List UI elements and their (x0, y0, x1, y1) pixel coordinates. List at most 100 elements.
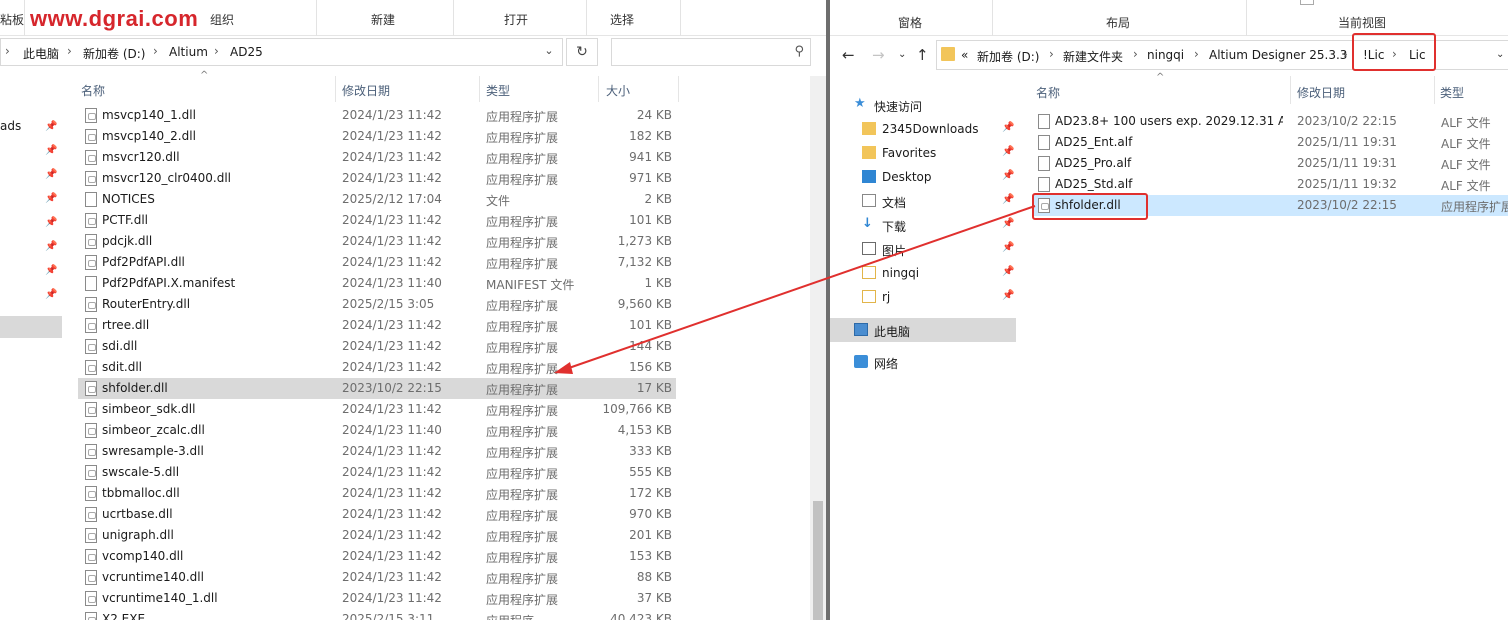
nav-item-ningqi[interactable]: ningqi 📌 (830, 261, 1016, 285)
breadcrumb-new-folder[interactable]: 新建文件夹 (1063, 48, 1123, 65)
up-arrow-icon[interactable]: ↑ (916, 46, 929, 64)
nav-item-network[interactable]: 网络 (830, 350, 1016, 374)
table-row[interactable]: sdit.dll 2024/1/23 11:42 应用程序扩展 156 KB (78, 357, 676, 378)
column-header-type[interactable]: 类型 (486, 82, 510, 99)
chevron-down-icon[interactable]: ⌄ (1496, 49, 1504, 60)
nav-item-favorites[interactable]: Favorites 📌 (830, 141, 1016, 165)
view-option-icon[interactable] (1300, 0, 1314, 5)
column-divider[interactable] (1434, 76, 1435, 104)
breadcrumb-drive-d[interactable]: 新加卷 (D:) (977, 48, 1039, 65)
pin-icon[interactable]: 📌 (1002, 218, 1014, 229)
table-row[interactable]: msvcp140_1.dll 2024/1/23 11:42 应用程序扩展 24 KB (78, 105, 676, 126)
table-row[interactable]: AD25_Std.alf 2025/1/11 19:32 ALF 文件 (1032, 174, 1508, 195)
table-row[interactable]: pdcjk.dll 2024/1/23 11:42 应用程序扩展 1,273 KB (78, 231, 676, 252)
pin-icon[interactable]: 📌 (45, 265, 57, 276)
ribbon-group-open[interactable]: 打开 (504, 0, 528, 36)
table-row[interactable]: simbeor_zcalc.dll 2024/1/23 11:40 应用程序扩展 4,… (78, 420, 676, 441)
search-input[interactable]: ⚲ (611, 38, 811, 66)
ribbon-group-organize[interactable]: 组织 (210, 0, 234, 36)
table-row[interactable]: swresample-3.dll 2024/1/23 11:42 应用程序扩展 333… (78, 441, 676, 462)
table-row[interactable]: AD23.8+ 100 users exp. 2029.12.31 A... 20… (1032, 111, 1508, 132)
table-row[interactable]: rtree.dll 2024/1/23 11:42 应用程序扩展 101 KB (78, 315, 676, 336)
forward-arrow-icon[interactable]: → (872, 46, 885, 64)
table-row[interactable]: msvcp140_2.dll 2024/1/23 11:42 应用程序扩展 182 K… (78, 126, 676, 147)
column-header-name[interactable]: 名称 (1036, 84, 1060, 101)
pin-icon[interactable]: 📌 (1002, 146, 1014, 157)
column-divider[interactable] (335, 76, 336, 102)
scrollbar-thumb[interactable] (813, 501, 823, 620)
table-row[interactable]: RouterEntry.dll 2025/2/15 3:05 应用程序扩展 9,560… (78, 294, 676, 315)
table-row[interactable]: vcomp140.dll 2024/1/23 11:42 应用程序扩展 153 KB (78, 546, 676, 567)
column-divider[interactable] (678, 76, 679, 102)
table-row[interactable]: Pdf2PdfAPI.X.manifest 2024/1/23 11:40 MANI… (78, 273, 676, 294)
pin-icon[interactable]: 📌 (1002, 194, 1014, 205)
nav-item-rj[interactable]: rj 📌 (830, 285, 1016, 309)
pin-icon[interactable]: 📌 (1002, 170, 1014, 181)
column-divider[interactable] (598, 76, 599, 102)
table-row[interactable]: X2.EXE 2025/2/15 3:11 应用程序 40,423 KB (78, 609, 676, 620)
table-row[interactable]: sdi.dll 2024/1/23 11:42 应用程序扩展 144 KB (78, 336, 676, 357)
column-header-type[interactable]: 类型 (1440, 84, 1464, 101)
breadcrumb-altium[interactable]: Altium (169, 45, 208, 59)
column-header-size[interactable]: 大小 (606, 82, 630, 99)
column-header-name[interactable]: 名称 (81, 82, 105, 99)
left-address-bar[interactable]: › 此电脑 › 新加卷 (D:) › Altium › AD25 ⌄ (0, 38, 563, 66)
recent-locations-chevron-icon[interactable]: ⌄ (898, 49, 906, 60)
column-header-date[interactable]: 修改日期 (342, 82, 390, 99)
nav-item-documents[interactable]: 文档 📌 (830, 189, 1016, 213)
breadcrumb-ningqi[interactable]: ningqi (1147, 48, 1184, 62)
pin-icon[interactable]: 📌 (1002, 290, 1014, 301)
nav-item-this-pc[interactable]: 此电脑 (830, 318, 1016, 342)
pin-icon[interactable]: 📌 (1002, 122, 1014, 133)
column-divider[interactable] (479, 76, 480, 102)
table-row[interactable]: msvcr120.dll 2024/1/23 11:42 应用程序扩展 941 KB (78, 147, 676, 168)
chevron-down-icon[interactable]: ⌄ (541, 44, 557, 60)
table-row[interactable]: tbbmalloc.dll 2024/1/23 11:42 应用程序扩展 172 KB (78, 483, 676, 504)
pin-icon[interactable]: 📌 (45, 121, 57, 132)
table-row[interactable]: vcruntime140.dll 2024/1/23 11:42 应用程序扩展 88 … (78, 567, 676, 588)
ribbon-group-pane[interactable]: 窗格 (898, 14, 922, 31)
table-row[interactable]: PCTF.dll 2024/1/23 11:42 应用程序扩展 101 KB (78, 210, 676, 231)
nav-item-downloads[interactable]: ↓ 下载 📌 (830, 213, 1016, 237)
table-row[interactable]: vcruntime140_1.dll 2024/1/23 11:42 应用程序扩展 3… (78, 588, 676, 609)
breadcrumb-altium-designer[interactable]: Altium Designer 25.3.3 (1209, 48, 1347, 62)
nav-item-2345downloads[interactable]: 2345Downloads 📌 (830, 117, 1016, 141)
pin-icon[interactable]: 📌 (45, 145, 57, 156)
nav-item-selected[interactable] (0, 316, 62, 338)
table-row[interactable]: AD25_Pro.alf 2025/1/11 19:31 ALF 文件 (1032, 153, 1508, 174)
left-scrollbar[interactable] (810, 76, 826, 620)
pin-icon[interactable]: 📌 (45, 217, 57, 228)
table-row[interactable]: swscale-5.dll 2024/1/23 11:42 应用程序扩展 555 KB (78, 462, 676, 483)
ribbon-group-new[interactable]: 新建 (371, 0, 395, 36)
table-row[interactable]: AD25_Ent.alf 2025/1/11 19:31 ALF 文件 (1032, 132, 1508, 153)
nav-item-quick-access[interactable]: ★ 快速访问 (830, 93, 1016, 117)
table-row[interactable]: simbeor_sdk.dll 2024/1/23 11:42 应用程序扩展 109,… (78, 399, 676, 420)
pin-icon[interactable]: 📌 (45, 289, 57, 300)
table-row[interactable]: msvcr120_clr0400.dll 2024/1/23 11:42 应用程序扩… (78, 168, 676, 189)
breadcrumb-this-pc[interactable]: 此电脑 (23, 45, 59, 62)
refresh-button[interactable]: ↻ (566, 38, 598, 66)
table-row[interactable]: shfolder.dll 2023/10/2 22:15 应用程序扩展 17 KB (78, 378, 676, 399)
breadcrumb-ad25[interactable]: AD25 (230, 45, 263, 59)
ribbon-group-clipboard[interactable]: 粘板 (0, 0, 24, 36)
pin-icon[interactable]: 📌 (45, 241, 57, 252)
pin-icon[interactable]: 📌 (45, 169, 57, 180)
table-row[interactable]: ucrtbase.dll 2024/1/23 11:42 应用程序扩展 970 KB (78, 504, 676, 525)
ribbon-group-layout[interactable]: 布局 (1106, 14, 1130, 31)
pin-icon[interactable]: 📌 (45, 193, 57, 204)
breadcrumb-drive-d[interactable]: 新加卷 (D:) (83, 45, 145, 62)
table-row[interactable]: unigraph.dll 2024/1/23 11:42 应用程序扩展 201 KB (78, 525, 676, 546)
nav-item-pictures[interactable]: 图片 📌 (830, 237, 1016, 261)
breadcrumb-overflow[interactable]: « (961, 48, 968, 62)
column-divider[interactable] (1290, 76, 1291, 104)
table-row[interactable]: NOTICES 2025/2/12 17:04 文件 2 KB (78, 189, 676, 210)
back-arrow-icon[interactable]: ← (842, 46, 855, 64)
ribbon-group-select[interactable]: 选择 (610, 0, 634, 36)
nav-item-downloads-partial[interactable]: ads (0, 119, 21, 133)
nav-item-desktop[interactable]: Desktop 📌 (830, 165, 1016, 189)
pin-icon[interactable]: 📌 (1002, 242, 1014, 253)
column-header-date[interactable]: 修改日期 (1297, 84, 1345, 101)
ribbon-group-current-view[interactable]: 当前视图 (1338, 14, 1386, 31)
table-row[interactable]: Pdf2PdfAPI.dll 2024/1/23 11:42 应用程序扩展 7,132… (78, 252, 676, 273)
pin-icon[interactable]: 📌 (1002, 266, 1014, 277)
